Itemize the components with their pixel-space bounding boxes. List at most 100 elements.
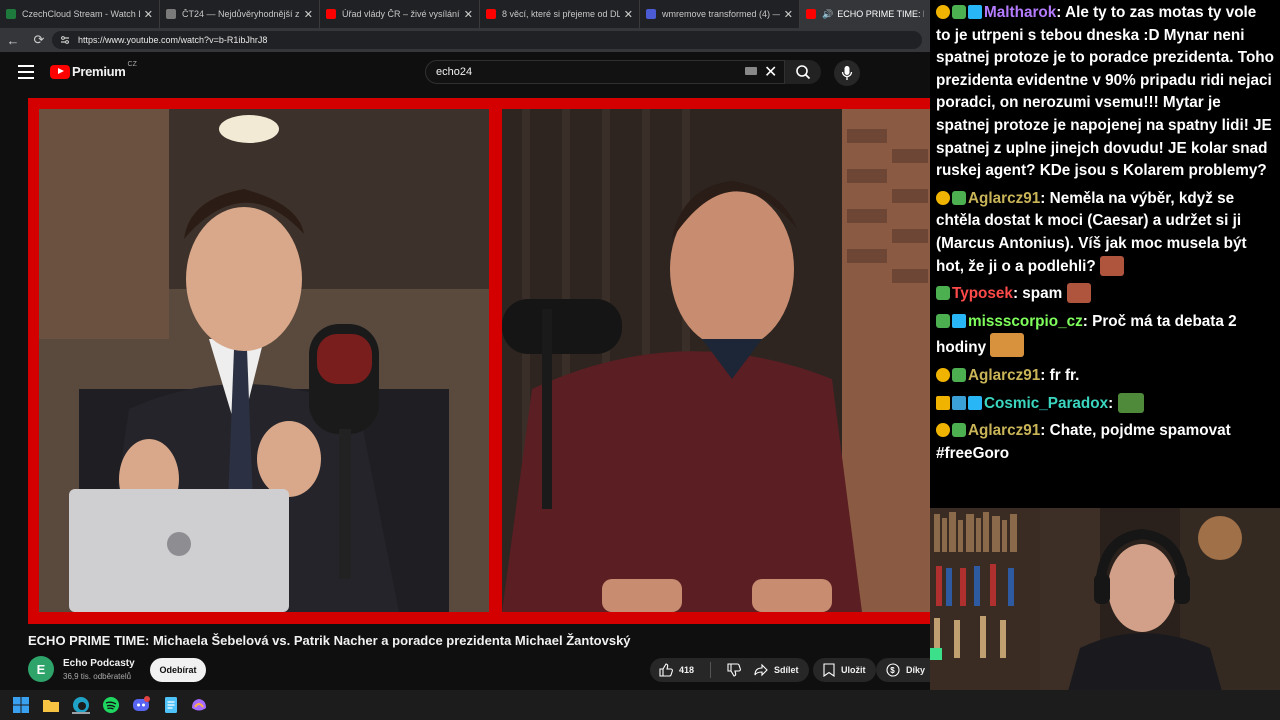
like-count: 418: [679, 665, 695, 675]
chat-username[interactable]: Cosmic_Paradox: [984, 395, 1108, 412]
tab-czechcloud[interactable]: CzechCloud Stream - Watch Live o ✕: [0, 0, 160, 28]
share-button[interactable]: Sdílet: [744, 658, 809, 682]
address-bar-row: ← ⟳ https://www.youtube.com/watch?v=b-R1…: [0, 28, 930, 52]
edge-browser-icon[interactable]: [72, 696, 90, 714]
chat-message: missscorpio_cz: Proč má ta debata 2 hodi…: [936, 311, 1274, 360]
subscriber-count: 36,9 tis. odběratelů: [63, 672, 132, 681]
chat-colon: :: [1012, 285, 1023, 303]
chat-username[interactable]: Maltharok: [984, 4, 1056, 21]
clear-search-icon[interactable]: ✕: [764, 62, 777, 82]
discord-icon[interactable]: [132, 696, 150, 714]
subscribe-button[interactable]: Odebírat: [150, 658, 206, 682]
svg-text:$: $: [890, 666, 895, 675]
video-right-panel: [502, 109, 930, 612]
chat-message: Aglarcz91: Neměla na výběr, když se chtě…: [936, 188, 1274, 278]
search-button[interactable]: [785, 60, 821, 84]
like-button[interactable]: 418: [650, 663, 694, 677]
chat-message: Maltharok: Ale ty to zas motas ty vole t…: [936, 2, 1274, 183]
tab-ct24[interactable]: ČT24 — Nejdůvěryhodnější zpravo ✕: [160, 0, 320, 28]
tab-bar: CzechCloud Stream - Watch Live o ✕ ČT24 —…: [0, 0, 930, 28]
search-input[interactable]: echo24: [425, 60, 785, 84]
search-icon: [796, 65, 811, 80]
youtube-play-icon: [50, 64, 70, 79]
chat-username[interactable]: Aglarcz91: [968, 422, 1040, 439]
badge-bits-icon: [936, 5, 950, 19]
document-favicon-icon: [646, 9, 656, 19]
tab-title: ČT24 — Nejdůvěryhodnější zpravo: [182, 9, 300, 19]
emote-frog-icon: [1117, 392, 1144, 413]
bookmark-icon: [823, 663, 835, 677]
emote-face-icon: [1100, 255, 1125, 276]
badge-bits-icon: [936, 367, 950, 382]
windows-taskbar: [0, 690, 1280, 720]
keyboard-icon[interactable]: [745, 67, 757, 75]
chat-text: Ale ty to zas motas ty vole to je utrpen…: [936, 4, 1274, 180]
streamer-webcam: [930, 508, 1280, 720]
url-text: https://www.youtube.com/watch?v=b-R1ibJh…: [78, 35, 268, 45]
voice-search-button[interactable]: [834, 60, 860, 86]
tab-wmremove[interactable]: wmremove transformed (4) — Pow ✕: [640, 0, 800, 28]
menu-icon[interactable]: [18, 65, 34, 79]
share-label: Sdílet: [774, 665, 799, 675]
close-tab-icon[interactable]: ✕: [464, 8, 473, 21]
badge-leaf-icon: [936, 286, 950, 301]
video-player[interactable]: [28, 98, 930, 624]
file-explorer-icon[interactable]: [42, 696, 60, 714]
reload-icon[interactable]: ⟳: [28, 29, 50, 51]
tab-title: ECHO PRIME TIME: Mich: [837, 9, 924, 19]
badge-bits-icon: [936, 423, 950, 438]
chat-username[interactable]: missscorpio_cz: [968, 313, 1083, 330]
windows-start-icon[interactable]: [12, 696, 30, 714]
close-tab-icon[interactable]: ✕: [784, 8, 793, 21]
youtube-favicon-icon: [486, 9, 496, 19]
chat-text: spam: [1022, 285, 1063, 303]
browser-window: CzechCloud Stream - Watch Live o ✕ ČT24 —…: [0, 0, 930, 690]
chat-colon: :: [1082, 312, 1093, 330]
chat-username[interactable]: Aglarcz91: [968, 190, 1040, 207]
chat-colon: :: [1108, 394, 1118, 412]
spotify-icon[interactable]: [102, 696, 120, 714]
badge-crown-icon: [936, 395, 950, 410]
logo-text: Premium: [72, 64, 126, 79]
thanks-label: Díky: [906, 665, 926, 675]
tab-urad-vlady[interactable]: Úřad vlády ČR – živé vysílání - You ✕: [320, 0, 480, 28]
chat-colon: :: [1040, 366, 1050, 384]
separator: [710, 662, 712, 678]
close-tab-icon[interactable]: ✕: [304, 8, 313, 21]
badge-grid-icon: [952, 395, 966, 410]
save-label: Uložit: [841, 665, 866, 675]
channel-avatar[interactable]: E: [28, 656, 54, 682]
close-tab-icon[interactable]: ✕: [624, 8, 633, 21]
tab-title: Úřad vlády ČR – živé vysílání - You: [342, 9, 460, 19]
thanks-button[interactable]: $ Díky: [876, 658, 930, 682]
badge-leaf-icon: [952, 190, 966, 205]
thanks-icon: $: [886, 663, 900, 677]
badge-gem-icon: [968, 5, 982, 19]
back-icon[interactable]: ←: [2, 29, 24, 51]
tab-echo-prime-time[interactable]: 🔊ECHO PRIME TIME: Mich: [800, 0, 930, 28]
badge-leaf-icon: [952, 423, 966, 438]
stream-chat-overlay: Maltharok: Ale ty to zas motas ty vole t…: [930, 0, 1280, 508]
thumbs-up-icon: [659, 663, 673, 677]
youtube-logo[interactable]: Premium CZ: [50, 61, 137, 79]
close-tab-icon[interactable]: ✕: [144, 8, 153, 21]
tab-dlc[interactable]: 8 věcí, které si přejeme od DLC pro ✕: [480, 0, 640, 28]
chat-username[interactable]: Aglarcz91: [968, 367, 1040, 384]
url-field[interactable]: https://www.youtube.com/watch?v=b-R1ibJh…: [52, 31, 922, 49]
notepad-icon[interactable]: [162, 696, 180, 714]
badge-bits-icon: [936, 190, 950, 205]
site-info-icon[interactable]: [60, 35, 70, 45]
chat-message: Aglarcz91: fr fr.: [936, 365, 1274, 388]
tab-title: wmremove transformed (4) — Pow: [662, 9, 780, 19]
save-button[interactable]: Uložit: [813, 658, 876, 682]
emote-face-icon: [1066, 283, 1091, 304]
copilot-icon[interactable]: [190, 696, 208, 714]
chat-message: Typosek: spam: [936, 283, 1274, 306]
chat-username[interactable]: Typosek: [952, 285, 1013, 302]
region-code: CZ: [127, 61, 137, 68]
youtube-favicon-icon: [326, 9, 336, 19]
webcam-scene: [930, 508, 1280, 720]
channel-name[interactable]: Echo Podcasty: [63, 658, 135, 669]
dislike-button[interactable]: [717, 663, 741, 677]
youtube-favicon-icon: [806, 9, 816, 19]
